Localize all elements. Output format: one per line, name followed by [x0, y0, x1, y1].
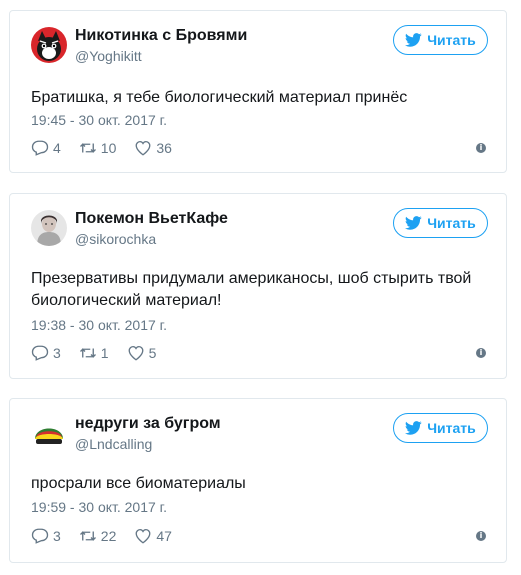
author-name[interactable]: недруги за бугром [75, 415, 221, 433]
follow-label: Читать [427, 420, 476, 436]
reply-count: 3 [53, 345, 61, 361]
follow-button[interactable]: Читать [393, 25, 488, 55]
tweet-card: Покемон ВьетКафе @sikorochka Читать През… [9, 193, 507, 379]
retweet-count: 22 [100, 528, 117, 544]
tweet-actions: 3 1 5 [31, 344, 174, 362]
tweet-text: Презервативы придумали американосы, шоб … [31, 270, 472, 309]
info-icon[interactable]: i [476, 531, 486, 541]
tweet-date[interactable]: 19:38 - 30 окт. 2017 г. [31, 317, 167, 333]
follow-label: Читать [427, 32, 476, 48]
heart-icon [135, 140, 151, 156]
reply-button[interactable]: 3 [31, 344, 61, 362]
like-button[interactable]: 47 [134, 527, 172, 545]
follow-button[interactable]: Читать [393, 413, 488, 443]
info-icon[interactable]: i [476, 348, 486, 358]
heart-icon [128, 345, 144, 361]
author-name[interactable]: Покемон ВьетКафе [75, 210, 228, 228]
tweet-card: Никотинка с Бровями @Yoghikitt Читать Бр… [9, 10, 507, 173]
reply-button[interactable]: 3 [31, 527, 61, 545]
reply-icon [31, 140, 49, 156]
twitter-bird-icon [405, 216, 422, 230]
heart-icon [135, 528, 151, 544]
retweet-count: 1 [100, 345, 109, 361]
author-name[interactable]: Никотинка с Бровями [75, 27, 247, 45]
retweet-button[interactable]: 1 [79, 344, 109, 362]
author-handle[interactable]: @sikorochka [75, 231, 156, 247]
retweet-icon [79, 348, 96, 358]
avatar[interactable] [31, 27, 67, 63]
like-button[interactable]: 5 [127, 344, 157, 362]
twitter-bird-icon [405, 421, 422, 435]
tweet-card: недруги за бугром @Lndcalling Читать про… [9, 398, 507, 563]
info-icon[interactable]: i [476, 143, 486, 153]
tweet-actions: 3 22 47 [31, 527, 190, 545]
like-button[interactable]: 36 [134, 139, 172, 157]
retweet-button[interactable]: 22 [79, 527, 117, 545]
reply-button[interactable]: 4 [31, 139, 61, 157]
reply-count: 3 [53, 528, 61, 544]
like-count: 36 [156, 140, 172, 156]
follow-button[interactable]: Читать [393, 208, 488, 238]
tweet-actions: 4 10 36 [31, 139, 190, 157]
author-handle[interactable]: @Lndcalling [75, 436, 152, 452]
reply-count: 4 [53, 140, 61, 156]
avatar[interactable] [31, 415, 67, 451]
like-count: 5 [148, 345, 157, 361]
retweet-count: 10 [100, 140, 117, 156]
tweet-text: просрали все биоматериалы [31, 475, 246, 492]
author-handle[interactable]: @Yoghikitt [75, 48, 142, 64]
tweet-date[interactable]: 19:45 - 30 окт. 2017 г. [31, 112, 167, 128]
tweet-text: Братишка, я тебе биологический материал … [31, 89, 408, 106]
avatar[interactable] [31, 210, 67, 246]
reply-icon [31, 528, 49, 544]
twitter-bird-icon [405, 33, 422, 47]
follow-label: Читать [427, 215, 476, 231]
retweet-icon [79, 531, 96, 541]
like-count: 47 [156, 528, 172, 544]
retweet-icon [79, 143, 96, 153]
tweet-date[interactable]: 19:59 - 30 окт. 2017 г. [31, 499, 167, 515]
retweet-button[interactable]: 10 [79, 139, 117, 157]
reply-icon [31, 345, 49, 361]
